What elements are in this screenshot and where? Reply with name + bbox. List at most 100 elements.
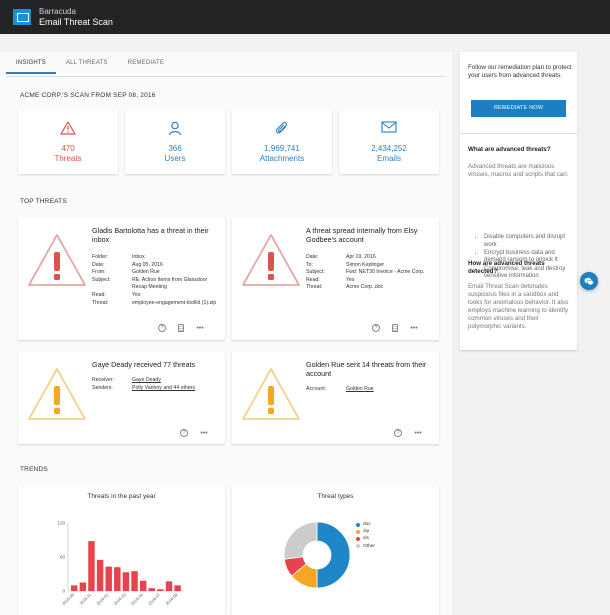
detail-key: From: xyxy=(92,269,106,276)
detail-key: To: xyxy=(306,261,313,268)
legend-item[interactable]: zip xyxy=(356,528,375,535)
help-icon[interactable]: ? xyxy=(180,429,188,437)
sidebar-intro: Follow our remediation plan to protect y… xyxy=(468,64,572,79)
receiver-link[interactable]: Gaye Deady xyxy=(132,377,222,385)
stat-threats[interactable]: 470 Threats xyxy=(18,110,118,174)
stat-users[interactable]: 366 Users xyxy=(125,110,225,174)
legend-label: zip xyxy=(363,529,370,535)
document-icon[interactable] xyxy=(178,324,184,332)
x-tick-label: 2016-07 xyxy=(147,592,161,606)
stat-attachments[interactable]: 1,969,741 Attachments xyxy=(232,110,332,174)
tab-remediate[interactable]: REMEDIATE xyxy=(118,60,174,74)
detail-value: Acme Corp..doc xyxy=(346,284,384,291)
detail-key: Subject: xyxy=(306,269,325,276)
bar[interactable] xyxy=(79,582,87,592)
threat-details: Folder: Inbox Date: Aug 05, 2016 From: Gold… xyxy=(92,254,222,307)
threats-bar-chart: 0601202015-09 2015-11 2016-01 2016-03 2016-0… xyxy=(57,521,184,606)
bar[interactable] xyxy=(88,541,95,591)
detail-key: Date: xyxy=(92,261,105,268)
document-icon[interactable] xyxy=(392,324,398,332)
card-actions: ? ••• xyxy=(372,324,418,332)
bar[interactable] xyxy=(105,566,112,591)
legend-swatch xyxy=(356,529,360,534)
more-icon[interactable]: ••• xyxy=(414,429,422,437)
user-icon xyxy=(125,121,225,136)
bar[interactable] xyxy=(114,567,121,591)
sidebar-question-1: What are advanced threats? xyxy=(468,146,551,153)
remediation-sidebar: Follow our remediation plan to protect y… xyxy=(460,52,577,350)
detail-key: Threat: xyxy=(306,284,323,291)
remediate-now-button[interactable]: REMEDIATE NOW xyxy=(471,100,566,117)
bar[interactable] xyxy=(71,585,78,591)
bar[interactable] xyxy=(131,571,138,591)
threat-card-sent[interactable]: Golden Rue sent 14 threats from their ac… xyxy=(232,352,439,444)
stat-emails[interactable]: 2,434,252 Emails xyxy=(339,110,439,174)
x-tick-label: 2016-01 xyxy=(95,592,109,606)
detail-key: Date: xyxy=(306,254,319,260)
threat-details: Date: Apr 19, 2016 To: Simon Keplinger Sub… xyxy=(306,254,436,292)
legend-item[interactable]: Other xyxy=(356,543,375,550)
chat-button[interactable] xyxy=(580,272,598,290)
bar[interactable] xyxy=(157,589,164,591)
threat-card-inbox[interactable]: Gladis Bartolotta has a threat in their … xyxy=(18,218,225,340)
detail-key: Folder: xyxy=(92,254,109,260)
detail-key: Account: xyxy=(306,386,327,392)
more-icon[interactable]: ••• xyxy=(410,324,418,332)
account-link[interactable]: Golden Rue xyxy=(346,386,436,394)
legend-item[interactable]: xls xyxy=(356,535,375,542)
more-icon[interactable]: ••• xyxy=(200,429,208,437)
bar[interactable] xyxy=(122,572,130,591)
chat-icon xyxy=(584,277,594,285)
bar[interactable] xyxy=(139,580,147,591)
envelope-icon xyxy=(339,121,439,133)
legend-label: xls xyxy=(363,536,369,542)
threat-card-received[interactable]: Gaye Deady received 77 threats Receiver:… xyxy=(18,352,225,444)
detail-value: Simon Keplinger xyxy=(346,261,385,268)
bar[interactable] xyxy=(96,559,104,591)
detail-key: Threat: xyxy=(92,299,109,306)
x-tick-label: 2016-05 xyxy=(130,592,144,606)
threat-warning-icon xyxy=(28,368,86,420)
legend-swatch xyxy=(356,522,360,527)
list-item: Disable computers and disrupt work xyxy=(484,234,574,249)
help-icon[interactable]: ? xyxy=(394,429,402,437)
threat-card-title: Golden Rue sent 14 threats from their ac… xyxy=(306,360,427,378)
detail-value: Aug 05, 2016 xyxy=(132,261,163,268)
threat-card-internal-spread[interactable]: A threat spread internally from Elsy God… xyxy=(232,218,439,340)
warning-icon xyxy=(18,121,118,135)
threat-warning-icon xyxy=(28,234,86,286)
bar[interactable] xyxy=(148,588,155,591)
legend-item[interactable]: doc xyxy=(356,521,375,528)
more-icon[interactable]: ••• xyxy=(196,324,204,332)
help-icon[interactable]: ? xyxy=(372,324,380,332)
barracuda-logo-icon xyxy=(13,9,31,25)
help-icon[interactable]: ? xyxy=(158,324,166,332)
pie-slice[interactable] xyxy=(283,521,318,560)
legend-swatch xyxy=(356,537,360,541)
threat-details: Account: Golden Rue xyxy=(306,386,436,394)
stat-value: 470 xyxy=(61,144,75,153)
detail-value: Yes xyxy=(132,291,141,298)
detail-key: Subject: xyxy=(92,276,111,283)
detail-value: Golden Rue xyxy=(132,269,160,276)
detail-key: Read: xyxy=(306,276,320,283)
x-tick-label: 2015-11 xyxy=(78,592,92,606)
tab-insights[interactable]: INSIGHTS xyxy=(6,60,56,74)
threats-past-year-card: Threats in the past year 0 60 120 2015-09 20… xyxy=(18,486,225,615)
detail-value: Fwd: NET30 Invoice - Acme Corp. xyxy=(346,269,425,276)
senders-link[interactable]: Polly Vanhoy and 44 others xyxy=(132,385,222,393)
pie-slice[interactable] xyxy=(316,521,351,589)
detail-value: employee-engagement-toolkit (1).zip xyxy=(132,299,217,306)
threat-warning-icon xyxy=(242,234,300,286)
bar[interactable] xyxy=(174,585,181,591)
stat-label: Emails xyxy=(376,154,401,163)
card-actions: ? ••• xyxy=(158,324,204,332)
bar[interactable] xyxy=(165,581,173,591)
sidebar-answer-2: Email Threat Scan detonates suspicious f… xyxy=(468,283,569,330)
threat-details: Receiver: Gaye Deady Senders: Polly Vanhoy… xyxy=(92,377,222,392)
stat-value: 366 xyxy=(168,144,182,153)
sidebar-answer-1: Advanced threats are malicious viruses, … xyxy=(468,163,569,178)
threat-warning-icon xyxy=(242,368,300,420)
x-tick-label: 2015-09 xyxy=(61,592,75,606)
tab-all-threats[interactable]: ALL THREATS xyxy=(56,60,118,74)
